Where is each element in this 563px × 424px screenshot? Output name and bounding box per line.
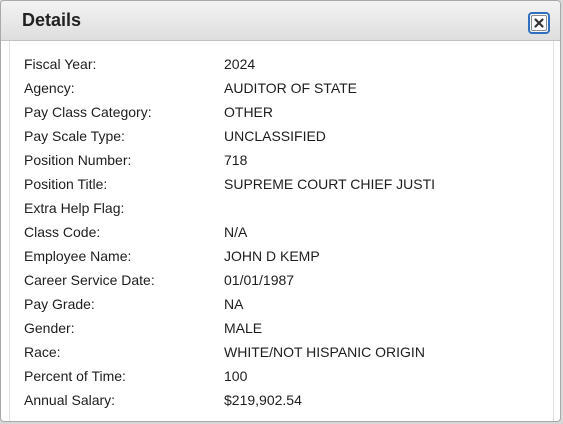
detail-row-extra-help-flag: Extra Help Flag: (24, 196, 544, 220)
detail-row-employee-name: Employee Name: JOHN D KEMP (24, 244, 544, 268)
detail-value: 100 (224, 368, 248, 384)
detail-value: 01/01/1987 (224, 272, 295, 288)
detail-row-pay-grade: Pay Grade: NA (24, 292, 544, 316)
detail-label: Pay Grade: (24, 296, 95, 312)
detail-row-career-service-date: Career Service Date: 01/01/1987 (24, 268, 544, 292)
detail-value: UNCLASSIFIED (224, 128, 326, 144)
detail-label: Annual Salary: (24, 392, 116, 408)
detail-label: Agency: (24, 80, 75, 96)
detail-value: N/A (224, 224, 248, 240)
detail-label: Position Number: (24, 152, 132, 168)
detail-value: 2024 (224, 56, 256, 72)
detail-row-position-title: Position Title: SUPREME COURT CHIEF JUST… (24, 172, 544, 196)
detail-value: AUDITOR OF STATE (224, 80, 358, 96)
detail-label: Fiscal Year: (24, 56, 97, 72)
details-content: Fiscal Year: 2024 Agency: AUDITOR OF STA… (9, 41, 554, 421)
detail-row-agency: Agency: AUDITOR OF STATE (24, 76, 544, 100)
detail-label: Class Code: (24, 224, 101, 240)
detail-value: WHITE/NOT HISPANIC ORIGIN (224, 344, 425, 360)
detail-row-fiscal-year: Fiscal Year: 2024 (24, 52, 544, 76)
detail-row-race: Race: WHITE/NOT HISPANIC ORIGIN (24, 340, 544, 364)
detail-label: Position Title: (24, 176, 108, 192)
detail-row-percent-of-time: Percent of Time: 100 (24, 364, 544, 388)
detail-value: $219,902.54 (224, 392, 302, 408)
detail-label: Race: (24, 344, 61, 360)
detail-value: OTHER (224, 104, 273, 120)
detail-row-gender: Gender: MALE (24, 316, 544, 340)
detail-label: Career Service Date: (24, 272, 155, 288)
details-list: Fiscal Year: 2024 Agency: AUDITOR OF STA… (24, 52, 544, 412)
detail-label: Pay Scale Type: (24, 128, 125, 144)
details-dialog: Details Fiscal Year: 2024 Agency: AUDITO… (0, 0, 561, 422)
detail-row-class-code: Class Code: N/A (24, 220, 544, 244)
dialog-title: Details (22, 10, 82, 30)
detail-value: MALE (224, 320, 263, 336)
detail-row-pay-class-category: Pay Class Category: OTHER (24, 100, 544, 124)
close-button[interactable] (528, 12, 550, 34)
detail-value: NA (224, 296, 244, 312)
detail-label: Pay Class Category: (24, 104, 152, 120)
detail-row-annual-salary: Annual Salary: $219,902.54 (24, 388, 544, 412)
detail-label: Employee Name: (24, 248, 132, 264)
detail-value: 718 (224, 152, 248, 168)
detail-label: Gender: (24, 320, 75, 336)
dialog-titlebar[interactable]: Details (1, 1, 560, 41)
detail-value: JOHN D KEMP (224, 248, 320, 264)
detail-row-pay-scale-type: Pay Scale Type: UNCLASSIFIED (24, 124, 544, 148)
close-icon (534, 18, 544, 28)
detail-value: SUPREME COURT CHIEF JUSTI (224, 176, 436, 192)
detail-row-position-number: Position Number: 718 (24, 148, 544, 172)
detail-label: Percent of Time: (24, 368, 126, 384)
detail-label: Extra Help Flag: (24, 200, 125, 216)
